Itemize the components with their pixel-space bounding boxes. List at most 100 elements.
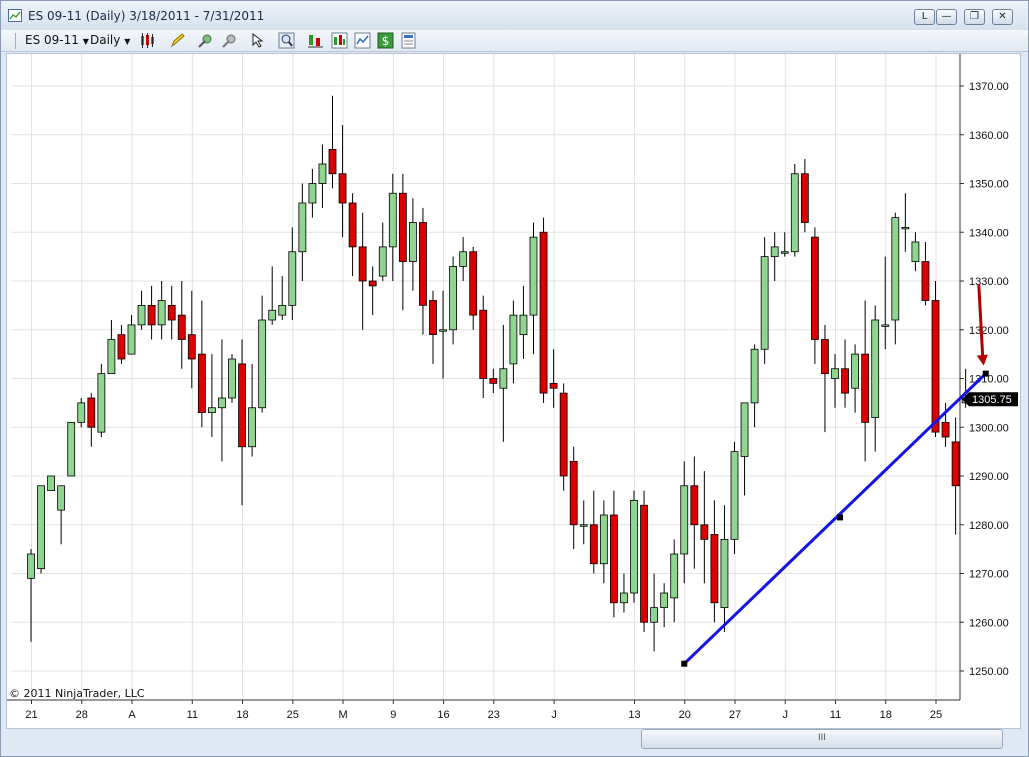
crosshair-icon[interactable]: [197, 32, 214, 49]
candle-body-down[interactable]: [167, 304, 176, 321]
candle-body-up[interactable]: [740, 402, 749, 457]
candle-body-up[interactable]: [308, 183, 317, 204]
candle-body-up[interactable]: [720, 538, 729, 609]
candle-body-down[interactable]: [87, 397, 96, 428]
candle-body-down[interactable]: [479, 309, 488, 379]
price-chart[interactable]: 1250.00 1260.00 1270.00 1280.00 1290.00 1300.…: [7, 54, 1020, 728]
title-bar[interactable]: ES 09-11 (Daily) 3/18/2011 - 7/31/2011 L…: [1, 1, 1028, 30]
candle-body-up[interactable]: [851, 353, 859, 389]
candle-body-up[interactable]: [911, 241, 920, 262]
candle-body-up[interactable]: [650, 607, 658, 623]
zoom-icon[interactable]: [278, 32, 295, 49]
candle-body-up[interactable]: [47, 475, 55, 492]
candle-body-up[interactable]: [228, 358, 236, 399]
candle-body-up[interactable]: [218, 397, 226, 409]
candle-body-down[interactable]: [147, 304, 156, 326]
candle-body-up[interactable]: [790, 173, 799, 253]
candle-body-down[interactable]: [800, 173, 809, 223]
candle-body-up[interactable]: [670, 553, 679, 599]
candle-body-up[interactable]: [288, 251, 297, 306]
candle-body-down[interactable]: [469, 251, 478, 316]
candle-body-up[interactable]: [770, 246, 779, 258]
candle-body-up[interactable]: [67, 421, 76, 477]
candle-body-down[interactable]: [710, 534, 719, 604]
candle-body-down[interactable]: [821, 339, 829, 375]
candle-body-up[interactable]: [831, 368, 839, 379]
layout-button[interactable]: L: [914, 9, 935, 25]
instrument-selector[interactable]: ES 09-11 ▼: [25, 33, 89, 47]
candle-body-down[interactable]: [539, 231, 548, 394]
pointer-icon[interactable]: [250, 32, 267, 49]
candle-body-down[interactable]: [338, 173, 347, 204]
strategy-icon[interactable]: [307, 32, 324, 49]
candle-body-up[interactable]: [519, 314, 528, 336]
close-button[interactable]: ✕: [992, 9, 1013, 25]
pencil-icon[interactable]: [169, 32, 186, 49]
candle-body-up[interactable]: [57, 485, 66, 511]
candle-body-up[interactable]: [871, 319, 880, 418]
candle-body-down[interactable]: [177, 314, 186, 340]
candle-body-up[interactable]: [660, 592, 669, 609]
candle-body-up[interactable]: [137, 304, 146, 326]
candle-body-down[interactable]: [640, 504, 648, 623]
candle-body-down[interactable]: [941, 421, 950, 438]
price-chart-panel[interactable]: 1250.00 1260.00 1270.00 1280.00 1290.00 1300.…: [6, 53, 1021, 729]
candle-body-up[interactable]: [499, 368, 508, 389]
candle-body-up[interactable]: [509, 314, 518, 365]
trendline-anchor-handle[interactable]: [837, 514, 844, 521]
candle-body-up[interactable]: [157, 300, 166, 326]
candle-body-down[interactable]: [419, 222, 427, 306]
candle-body-up[interactable]: [388, 192, 397, 248]
candle-body-down[interactable]: [951, 441, 960, 487]
candle-body-up[interactable]: [318, 163, 327, 184]
candle-body-down[interactable]: [841, 368, 849, 394]
candle-body-down[interactable]: [489, 378, 498, 384]
candle-body-down[interactable]: [861, 353, 870, 423]
candle-body-up[interactable]: [780, 251, 789, 254]
dollar-icon[interactable]: $: [377, 32, 394, 49]
candle-body-up[interactable]: [439, 329, 447, 332]
candle-body-up[interactable]: [207, 407, 216, 414]
candle-body-up[interactable]: [459, 251, 468, 267]
candle-body-up[interactable]: [579, 524, 588, 527]
candle-body-up[interactable]: [760, 256, 769, 350]
candle-body-up[interactable]: [258, 319, 267, 409]
candle-body-down[interactable]: [358, 246, 367, 282]
candle-body-up[interactable]: [278, 304, 287, 316]
bars-icon[interactable]: [331, 32, 348, 49]
candle-body-up[interactable]: [630, 499, 638, 594]
candle-body-up[interactable]: [248, 407, 257, 448]
candle-body-down[interactable]: [690, 485, 699, 526]
candle-body-down[interactable]: [549, 382, 558, 389]
interval-selector[interactable]: Daily ▼: [90, 33, 130, 47]
candle-body-down[interactable]: [398, 192, 407, 262]
restore-button[interactable]: ❐: [964, 9, 985, 25]
candle-body-down[interactable]: [559, 392, 568, 477]
candle-body-up[interactable]: [268, 309, 277, 321]
candle-body-up[interactable]: [750, 348, 759, 404]
candle-body-down[interactable]: [328, 148, 337, 175]
properties-icon[interactable]: [400, 32, 417, 49]
candle-body-down[interactable]: [368, 280, 377, 287]
candle-body-up[interactable]: [901, 226, 910, 230]
candle-body-up[interactable]: [97, 373, 106, 433]
candle-body-down[interactable]: [569, 460, 578, 526]
trendline-anchor-handle[interactable]: [982, 370, 989, 377]
candle-body-down[interactable]: [117, 334, 126, 360]
candlestick-icon[interactable]: [139, 32, 156, 49]
pin-icon[interactable]: [221, 32, 238, 49]
candle-body-down[interactable]: [187, 334, 196, 360]
candle-body-down[interactable]: [238, 363, 246, 448]
candle-body-up[interactable]: [107, 339, 116, 375]
candle-body-down[interactable]: [348, 202, 357, 248]
candle-body-up[interactable]: [529, 236, 538, 316]
candle-body-down[interactable]: [610, 514, 618, 604]
candle-body-up[interactable]: [37, 485, 45, 570]
candle-body-down[interactable]: [931, 300, 940, 433]
candle-body-up[interactable]: [77, 402, 86, 423]
candle-body-down[interactable]: [921, 261, 930, 301]
trendline-anchor-handle[interactable]: [681, 660, 688, 667]
candle-body-up[interactable]: [298, 202, 307, 253]
minimize-button[interactable]: —: [936, 9, 957, 25]
chart-icon[interactable]: [354, 32, 371, 49]
